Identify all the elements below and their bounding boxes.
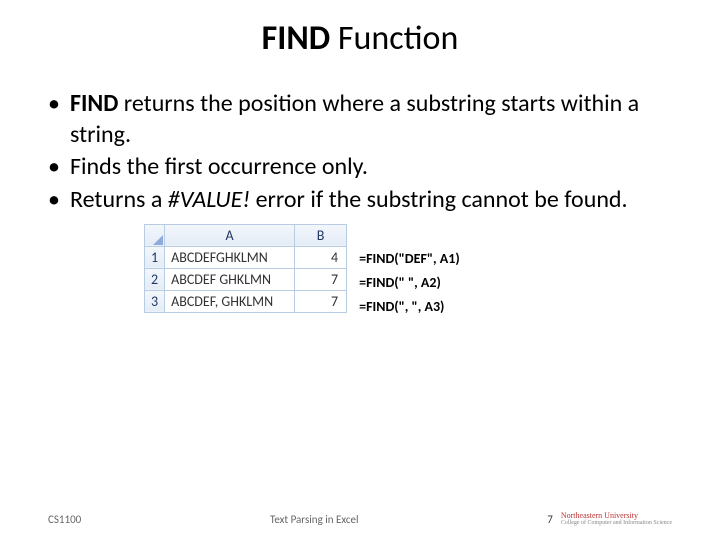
cell-B3: 7 bbox=[295, 290, 347, 312]
corner-triangle-icon bbox=[153, 235, 163, 245]
excel-area: A B 1 ABCDEFGHKLMN 4 2 ABCDEF GHKLMN 7 3… bbox=[144, 224, 672, 318]
cell-A2: ABCDEF GHKLMN bbox=[165, 268, 295, 290]
cell-A3: ABCDEF, GHKLMN bbox=[165, 290, 295, 312]
row-number: 3 bbox=[145, 290, 165, 312]
cell-B1: 4 bbox=[295, 246, 347, 268]
bullet-list: FIND returns the position where a substr… bbox=[48, 89, 672, 216]
formula-list: =FIND("DEF", A1) =FIND(" ", A2) =FIND(",… bbox=[359, 224, 460, 318]
row-number: 1 bbox=[145, 246, 165, 268]
bullet-text: error if the substring cannot be found. bbox=[250, 185, 627, 214]
select-all-corner bbox=[145, 224, 165, 246]
bullet-italic: #VALUE! bbox=[168, 185, 250, 214]
row-number: 2 bbox=[145, 268, 165, 290]
formula-text: =FIND(" ", A2) bbox=[359, 272, 460, 294]
footer-center: Text Parsing in Excel bbox=[81, 513, 547, 526]
col-header-A: A bbox=[165, 224, 295, 246]
bullet-text: returns the position where a substring s… bbox=[70, 89, 639, 149]
bullet-text: Finds the first occurrence only. bbox=[70, 152, 368, 181]
col-header-B: B bbox=[295, 224, 347, 246]
bullet-text: Returns a bbox=[70, 185, 168, 214]
table-row: 1 ABCDEFGHKLMN 4 bbox=[145, 246, 347, 268]
table-row: 3 ABCDEF, GHKLMN 7 bbox=[145, 290, 347, 312]
bullet-item: Returns a #VALUE! error if the substring… bbox=[70, 185, 672, 216]
formula-text: =FIND(", ", A3) bbox=[359, 296, 460, 318]
formula-text: =FIND("DEF", A1) bbox=[359, 248, 460, 270]
footer-left: CS1100 bbox=[48, 513, 81, 526]
bullet-bold: FIND bbox=[70, 89, 118, 118]
footer: CS1100 Text Parsing in Excel 7 Northeast… bbox=[0, 512, 720, 526]
university-logo: Northeastern University College of Compu… bbox=[561, 512, 672, 526]
footer-right: 7 Northeastern University College of Com… bbox=[547, 512, 672, 526]
cell-B2: 7 bbox=[295, 268, 347, 290]
page-number: 7 bbox=[547, 513, 553, 526]
bullet-item: FIND returns the position where a substr… bbox=[70, 89, 672, 150]
title-bold: FIND bbox=[262, 18, 331, 59]
cell-A1: ABCDEFGHKLMN bbox=[165, 246, 295, 268]
bullet-item: Finds the first occurrence only. bbox=[70, 152, 672, 183]
slide: FIND Function FIND returns the position … bbox=[0, 0, 720, 540]
logo-sub: College of Computer and Information Scie… bbox=[561, 520, 672, 526]
table-row: 2 ABCDEF GHKLMN 7 bbox=[145, 268, 347, 290]
excel-table: A B 1 ABCDEFGHKLMN 4 2 ABCDEF GHKLMN 7 3… bbox=[144, 224, 347, 313]
logo-main: Northeastern University bbox=[561, 511, 638, 520]
slide-title: FIND Function bbox=[48, 18, 672, 59]
header-row: A B bbox=[145, 224, 347, 246]
title-rest: Function bbox=[330, 18, 458, 59]
